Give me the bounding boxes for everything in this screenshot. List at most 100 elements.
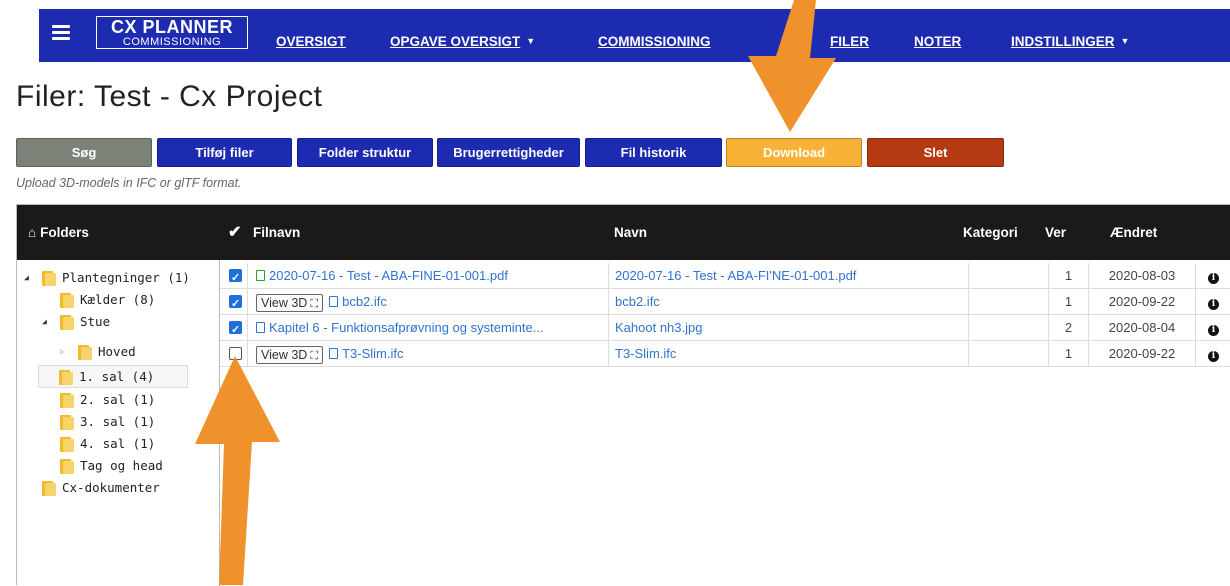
cell-check: [220, 289, 248, 315]
nav-filer[interactable]: FILER: [830, 34, 869, 49]
table-row[interactable]: View 3D ⛶ bcb2.ifc bcb2.ifc 12020-09-22 i: [220, 289, 1230, 315]
table-header: ⌂ Folders ✔ Filnavn Navn Kategori Ver Ænd…: [17, 205, 1230, 260]
row-checkbox[interactable]: [229, 265, 242, 288]
folder-icon: [60, 314, 74, 330]
row-checkbox[interactable]: [229, 347, 242, 360]
file-history-button[interactable]: Fil historik: [585, 138, 722, 167]
folder-icon: [59, 369, 73, 385]
hamburger-menu-icon[interactable]: [52, 25, 70, 40]
folder-icon: [60, 436, 74, 452]
nav-oversigt[interactable]: OVERSIGT: [276, 34, 346, 49]
file-name-link[interactable]: bcb2.ifc: [342, 294, 387, 309]
expanded-triangle-icon[interactable]: ◢: [42, 312, 52, 332]
tree-item-tag-og-head[interactable]: Tag og head: [60, 456, 163, 476]
file-title-link[interactable]: T3-Slim.ifc: [615, 346, 676, 361]
tree-item-4-sal[interactable]: 4. sal (1): [60, 434, 155, 454]
home-icon: ⌂: [28, 225, 37, 240]
cell-kategori: [969, 263, 1049, 289]
folder-icon: [42, 480, 56, 496]
nav-opgave-oversigt-label: OPGAVE OVERSIGT: [390, 34, 521, 49]
view-3d-button[interactable]: View 3D ⛶: [256, 293, 324, 312]
tree-item-stue[interactable]: ◢ Stue: [42, 312, 110, 332]
table-row[interactable]: 2020-07-16 - Test - ABA-FINE-01-001.pdf 2…: [220, 263, 1230, 289]
tree-item-label: 1. sal (4): [79, 368, 155, 384]
cell-check: [220, 341, 248, 367]
cell-navn: Kahoot nh3.jpg: [609, 315, 969, 341]
cell-filnavn: 2020-07-16 - Test - ABA-FINE-01-001.pdf: [248, 263, 609, 289]
column-navn[interactable]: Navn: [614, 225, 647, 240]
cell-kategori: [969, 315, 1049, 341]
brand-title: CX PLANNER: [110, 17, 233, 37]
upload-hint: Upload 3D-models in IFC or glTF format.: [16, 176, 242, 190]
view-3d-label: View 3D: [261, 295, 308, 310]
cell-info: i: [1196, 315, 1230, 341]
delete-button[interactable]: Slet: [867, 138, 1004, 167]
tree-item-plantegninger[interactable]: ◢ Plantegninger (1): [24, 268, 190, 288]
file-name-link[interactable]: Kapitel 6 - Funktionsafprøvning og syste…: [269, 320, 544, 335]
download-button[interactable]: Download: [726, 138, 862, 167]
tree-item-label: Stue: [80, 314, 111, 329]
table-row[interactable]: Kapitel 6 - Funktionsafprøvning og syste…: [220, 315, 1230, 341]
column-filnavn[interactable]: Filnavn: [253, 225, 300, 240]
cell-info: i: [1196, 341, 1230, 367]
tree-item-hoved[interactable]: ▷ Hoved: [60, 342, 136, 362]
file-name-link[interactable]: 2020-07-16 - Test - ABA-FINE-01-001.pdf: [269, 268, 508, 283]
file-name-link[interactable]: T3-Slim.ifc: [342, 346, 403, 361]
folders-header-label: Folders: [40, 225, 89, 240]
info-icon[interactable]: i: [1208, 325, 1219, 336]
page-title: Filer: Test - Cx Project: [16, 80, 323, 113]
tree-item-label: 3. sal (1): [80, 414, 156, 429]
tree-item-label: 2. sal (1): [80, 392, 156, 407]
view-3d-label: View 3D: [261, 347, 308, 362]
nav-opgave-oversigt[interactable]: OPGAVE OVERSIGT ▼: [390, 34, 535, 49]
view-3d-button[interactable]: View 3D ⛶: [256, 345, 324, 364]
cell-check: [220, 263, 248, 289]
nav-commissioning[interactable]: COMMISSIONING: [598, 34, 711, 49]
caret-down-icon: ▼: [526, 36, 536, 46]
cell-aendret: 2020-09-22: [1089, 341, 1196, 367]
row-checkbox[interactable]: [229, 291, 242, 314]
folder-tree: ◢ Plantegninger (1) Kælder (8) ◢ Stue ▷ Hov…: [17, 260, 220, 586]
folder-structure-button[interactable]: Folder struktur: [297, 138, 433, 167]
cell-navn: bcb2.ifc: [609, 289, 969, 315]
tree-item-3-sal[interactable]: 3. sal (1): [60, 412, 155, 432]
info-icon[interactable]: i: [1208, 273, 1219, 284]
user-permissions-button[interactable]: Brugerrettigheder: [437, 138, 580, 167]
cell-navn: 2020-07-16 - Test - ABA-FI'NE-01-001.pdf: [609, 263, 969, 289]
nav-indstillinger[interactable]: INDSTILLINGER ▼: [1011, 34, 1129, 49]
nav-noter[interactable]: NOTER: [914, 34, 961, 49]
file-title-link[interactable]: bcb2.ifc: [615, 294, 660, 309]
row-checkbox[interactable]: [229, 317, 242, 340]
tree-item-label: Plantegninger (1): [62, 270, 190, 285]
cell-info: i: [1196, 289, 1230, 315]
folder-icon: [60, 392, 74, 408]
column-ver[interactable]: Ver: [1045, 225, 1066, 240]
cell-filnavn: View 3D ⛶ T3-Slim.ifc: [248, 341, 609, 367]
select-all-check-icon[interactable]: ✔: [228, 222, 241, 242]
brand-logo[interactable]: CX PLANNER COMMISSIONING: [96, 16, 248, 49]
column-kategori[interactable]: Kategori: [963, 225, 1018, 240]
info-icon[interactable]: i: [1208, 351, 1219, 362]
tree-item-1-sal[interactable]: 1. sal (4): [38, 365, 188, 388]
folder-icon: [60, 292, 74, 308]
tree-item-kaelder[interactable]: Kælder (8): [60, 290, 155, 310]
expanded-triangle-icon[interactable]: ◢: [24, 268, 34, 288]
folder-icon: [78, 344, 92, 360]
cell-aendret: 2020-08-03: [1089, 263, 1196, 289]
folders-header: ⌂ Folders: [28, 225, 89, 240]
add-files-button[interactable]: Tilføj filer: [157, 138, 292, 167]
file-title-link[interactable]: 2020-07-16 - Test - ABA-FI'NE-01-001.pdf: [615, 268, 856, 283]
column-aendret[interactable]: Ændret: [1110, 225, 1157, 240]
tree-item-cx-dokumenter[interactable]: Cx-dokumenter: [42, 478, 160, 498]
file-icon: [329, 348, 339, 359]
top-navbar: CX PLANNER COMMISSIONING OVERSIGT OPGAVE…: [39, 9, 1230, 62]
file-title-link[interactable]: Kahoot nh3.jpg: [615, 320, 702, 335]
tree-item-2-sal[interactable]: 2. sal (1): [60, 390, 155, 410]
search-button[interactable]: Søg: [16, 138, 152, 167]
collapsed-triangle-icon[interactable]: ▷: [60, 342, 70, 362]
info-icon[interactable]: i: [1208, 299, 1219, 310]
nav-indstillinger-label: INDSTILLINGER: [1011, 34, 1115, 49]
tree-item-label: Tag og head: [80, 458, 163, 473]
table-row[interactable]: View 3D ⛶ T3-Slim.ifc T3-Slim.ifc 1 2020-09-…: [220, 341, 1230, 367]
cell-filnavn: Kapitel 6 - Funktionsafprøvning og syste…: [248, 315, 609, 341]
